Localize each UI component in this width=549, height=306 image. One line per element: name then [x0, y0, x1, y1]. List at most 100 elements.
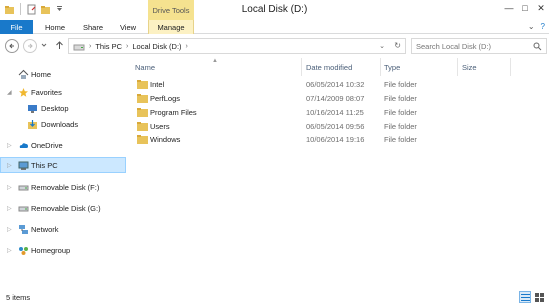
nav-item-label: This PC [31, 160, 58, 170]
status-bar: 5 items [0, 288, 549, 306]
nav-item-label: OneDrive [31, 140, 63, 150]
folder-icon [137, 135, 148, 144]
column-header-date-modified[interactable]: Date modified [306, 58, 381, 76]
breadcrumb-this-pc[interactable]: This PC [95, 42, 122, 51]
close-button[interactable]: ✕ [533, 0, 549, 16]
nav-item-label: Network [31, 224, 59, 234]
nav-item-removable-disk-f[interactable]: ▷ Removable Disk (F:) [0, 179, 126, 195]
search-box[interactable] [411, 38, 547, 54]
file-type: File folder [384, 135, 417, 144]
forward-arrow-icon [28, 43, 33, 49]
large-icons-view-button[interactable] [533, 291, 545, 303]
homegroup-icon [19, 246, 28, 255]
nav-item-label: Removable Disk (F:) [31, 182, 100, 192]
column-header-size[interactable]: Size [462, 58, 522, 76]
nav-item-label: Home [31, 69, 52, 79]
column-divider[interactable] [457, 58, 458, 76]
column-header-name[interactable]: Name [135, 58, 300, 76]
collapse-arrow-icon[interactable]: ◢ [7, 89, 12, 96]
column-divider[interactable] [510, 58, 511, 76]
column-header-type[interactable]: Type [384, 58, 454, 76]
tab-view[interactable]: View [113, 20, 143, 34]
file-type: File folder [384, 94, 417, 103]
back-button[interactable] [5, 39, 19, 53]
nav-item-label: Downloads [41, 119, 79, 129]
window-title: Local Disk (D:) [241, 4, 308, 15]
nav-item-favorites[interactable]: ◢ Favorites [0, 84, 126, 100]
file-date: 07/14/2009 08:07 [306, 94, 365, 103]
list-item[interactable]: Intel 06/05/2014 10:32 File folder [126, 78, 549, 91]
home-icon [18, 69, 29, 79]
breadcrumb-local-disk[interactable]: Local Disk (D:) [132, 42, 181, 51]
file-name: Users [150, 122, 170, 131]
nav-item-downloads[interactable]: Downloads [0, 116, 126, 132]
nav-item-label: Desktop [41, 103, 69, 113]
folder-icon [137, 94, 148, 103]
maximize-button[interactable]: □ [517, 0, 533, 16]
file-name: Intel [150, 80, 165, 89]
expand-arrow-icon[interactable]: ▷ [7, 247, 12, 254]
downloads-icon [28, 119, 37, 129]
expand-arrow-icon[interactable]: ▷ [7, 226, 12, 233]
tab-share[interactable]: Share [77, 20, 109, 34]
tab-file[interactable]: File [0, 20, 33, 34]
minimize-button[interactable]: — [501, 0, 517, 16]
help-icon[interactable]: ? [541, 22, 545, 31]
details-view-button[interactable] [519, 291, 531, 303]
search-input[interactable] [416, 41, 531, 51]
file-name: PerfLogs [150, 94, 181, 103]
drive-icon [73, 44, 85, 50]
file-name: Windows [150, 135, 181, 144]
path-separator-icon: › [185, 42, 188, 50]
expand-ribbon-icon[interactable]: ⌄ [528, 22, 535, 31]
nav-item-homegroup[interactable]: ▷ Homegroup [0, 242, 126, 258]
expand-arrow-icon[interactable]: ▷ [7, 184, 12, 191]
column-divider[interactable] [301, 58, 302, 76]
recent-locations-icon[interactable] [41, 40, 47, 50]
search-icon[interactable] [533, 42, 542, 51]
address-path-box[interactable]: › This PC › Local Disk (D:) › ⌄ ↻ [68, 38, 406, 54]
nav-item-desktop[interactable]: Desktop [0, 100, 126, 116]
network-icon [19, 224, 28, 234]
ribbon-tabs: File Home Share View Manage ⌄ ? [0, 20, 549, 34]
expand-arrow-icon[interactable]: ▷ [7, 205, 12, 212]
nav-item-home[interactable]: Home [0, 66, 126, 82]
file-date: 06/05/2014 09:56 [306, 122, 365, 131]
refresh-icon[interactable]: ↻ [394, 41, 401, 50]
folder-icon [137, 108, 148, 117]
file-type: File folder [384, 108, 417, 117]
navigation-pane: Home ◢ Favorites Desktop Downloads ▷ One… [0, 58, 126, 288]
window-controls: — □ ✕ [501, 0, 549, 16]
onedrive-icon [19, 142, 28, 148]
list-item[interactable]: Users 06/05/2014 09:56 File folder [126, 120, 549, 133]
up-arrow-icon[interactable] [55, 40, 64, 50]
folder-icon [137, 80, 148, 89]
large-icons-view-icon [534, 292, 544, 302]
view-switcher [519, 291, 545, 303]
nav-item-label: Homegroup [31, 245, 71, 255]
expand-arrow-icon[interactable]: ▷ [7, 162, 12, 169]
nav-item-onedrive[interactable]: ▷ OneDrive [0, 137, 126, 153]
star-icon [19, 87, 28, 97]
nav-item-this-pc[interactable]: ▷ This PC [0, 157, 126, 173]
address-history-dropdown-icon[interactable]: ⌄ [379, 42, 385, 50]
list-item[interactable]: Program Files 10/16/2014 11:25 File fold… [126, 106, 549, 119]
expand-arrow-icon[interactable]: ▷ [7, 142, 12, 149]
forward-button[interactable] [23, 39, 37, 53]
file-date: 06/05/2014 10:32 [306, 80, 365, 89]
file-list: ▲ Name Date modified Type Size Intel 06/… [126, 58, 549, 288]
details-view-icon [520, 293, 530, 301]
nav-item-removable-disk-g[interactable]: ▷ Removable Disk (G:) [0, 200, 126, 216]
address-bar: › This PC › Local Disk (D:) › ⌄ ↻ [0, 34, 549, 58]
nav-item-label: Favorites [31, 87, 62, 97]
tab-manage[interactable]: Manage [148, 20, 194, 34]
file-name: Program Files [150, 108, 197, 117]
tab-home[interactable]: Home [39, 20, 71, 34]
nav-item-network[interactable]: ▷ Network [0, 221, 126, 237]
usb-drive-icon [18, 206, 29, 211]
list-item[interactable]: Windows 10/06/2014 19:16 File folder [126, 133, 549, 146]
path-separator-icon: › [89, 42, 92, 50]
column-divider[interactable] [380, 58, 381, 76]
list-item[interactable]: PerfLogs 07/14/2009 08:07 File folder [126, 92, 549, 105]
folder-icon [137, 122, 148, 131]
